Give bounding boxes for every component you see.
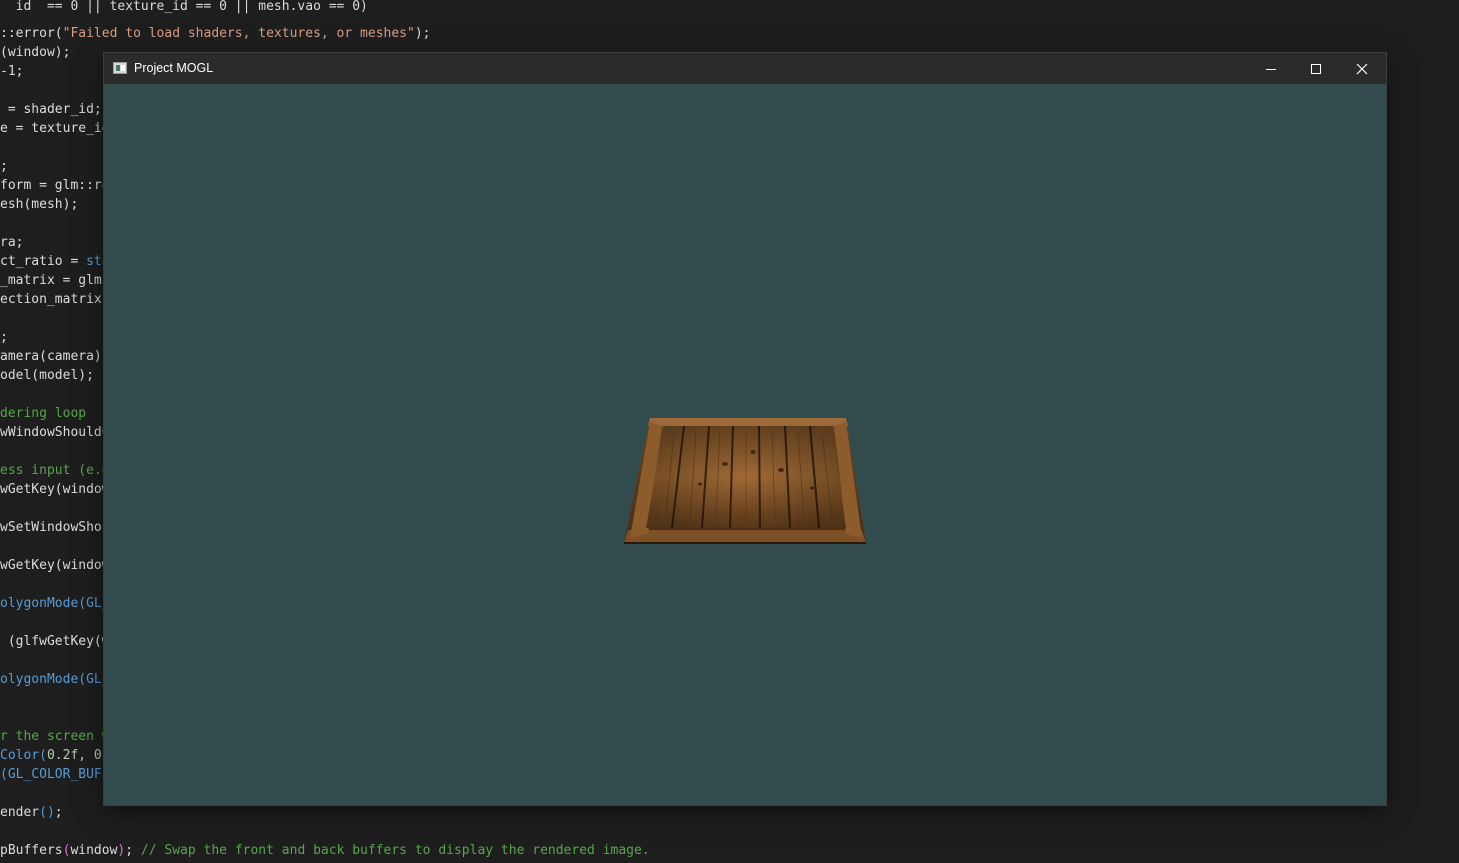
code-token: esh(mesh);	[0, 197, 79, 212]
code-token: ess input (e.g	[0, 463, 110, 478]
app-icon	[113, 62, 127, 74]
close-icon	[1356, 63, 1368, 74]
code-token: id == 0 || texture_id == 0 || mesh.vao =…	[0, 0, 368, 14]
code-token: (window);	[0, 45, 71, 60]
code-line: = shader_id;	[0, 100, 102, 119]
code-token: ender	[0, 805, 40, 820]
code-line: ;	[0, 157, 8, 176]
code-token: _matrix = glm:	[0, 273, 110, 288]
code-token: ;	[0, 159, 8, 174]
code-token: amera(camera);	[0, 349, 110, 364]
code-line: olygonMode(GL_	[0, 594, 110, 613]
code-token: wSetWindowShou	[0, 520, 110, 535]
code-token: ()	[39, 805, 55, 820]
maximize-icon	[1311, 63, 1321, 74]
window-title: Project MOGL	[134, 61, 214, 75]
close-button[interactable]	[1339, 53, 1385, 84]
code-line: form = glm::ro	[0, 176, 110, 195]
render-viewport[interactable]	[104, 84, 1386, 805]
code-line: ra;	[0, 233, 23, 252]
code-token: form = glm::ro	[0, 178, 110, 193]
code-line: ;	[0, 328, 8, 347]
title-bar[interactable]: Project MOGL	[104, 53, 1386, 84]
code-token: Color(	[0, 748, 47, 763]
code-token: wGetKey(window	[0, 482, 110, 497]
code-line: -1;	[0, 62, 23, 81]
code-token: = shader_id;	[0, 102, 102, 117]
code-line: amera(camera);	[0, 347, 110, 366]
code-line: ender();	[0, 803, 63, 822]
code-line: (glfwGetKey(w	[0, 632, 110, 651]
code-line: odel(model);	[0, 366, 94, 385]
code-token: );	[414, 26, 431, 41]
code-token: // Swap the front and back buffers to di…	[140, 843, 650, 858]
code-token: e = texture_id	[0, 121, 110, 136]
code-line: Color(0.2f, 0.	[0, 746, 110, 765]
code-token: ::error(	[0, 26, 63, 41]
code-token: ;	[54, 805, 63, 820]
code-token: 0.2f, 0.	[46, 748, 110, 763]
wooden-crate	[624, 418, 866, 544]
code-line: _matrix = glm:	[0, 271, 110, 290]
code-token: ection_matrix	[0, 292, 110, 307]
code-token: window	[70, 843, 118, 858]
code-line: ection_matrix	[0, 290, 110, 309]
code-token: olygonMode(	[0, 596, 87, 611]
code-line: olygonMode(GL_	[0, 670, 110, 689]
code-token: ;	[0, 330, 8, 345]
code-line: wGetKey(window	[0, 480, 110, 499]
code-token: "Failed to load shaders, textures, or me…	[62, 26, 415, 41]
maximize-button[interactable]	[1293, 53, 1339, 84]
code-line: esh(mesh);	[0, 195, 78, 214]
code-line: wGetKey(window	[0, 556, 110, 575]
code-line: (GL_COLOR_BUFF	[0, 765, 110, 784]
code-line: wSetWindowShou	[0, 518, 110, 537]
code-token: dering loop	[0, 406, 87, 421]
code-token: wWindowShouldC	[0, 425, 110, 440]
code-token: ;	[125, 843, 141, 858]
code-token: odel(model);	[0, 368, 94, 383]
code-token: wGetKey(window	[0, 558, 110, 573]
code-line: id == 0 || texture_id == 0 || mesh.vao =…	[0, 0, 368, 16]
code-token: (GL_COLOR_BUFF	[0, 767, 110, 782]
code-line: wWindowShouldC	[0, 423, 110, 442]
code-token: pBuffers	[0, 843, 63, 858]
app-window[interactable]: Project MOGL	[104, 53, 1386, 805]
code-token: ct_ratio =	[0, 254, 87, 269]
minimize-icon	[1266, 68, 1276, 70]
code-token: -1;	[0, 64, 24, 79]
code-line: r the screen w	[0, 727, 110, 746]
code-token: r the screen w	[0, 729, 110, 744]
code-line: ::error("Failed to load shaders, texture…	[0, 24, 430, 43]
code-line: (window);	[0, 43, 70, 62]
code-token: (glfwGetKey(w	[0, 634, 110, 649]
minimize-button[interactable]	[1248, 53, 1294, 84]
code-line: ct_ratio = sta	[0, 252, 110, 271]
code-token: olygonMode(	[0, 672, 87, 687]
code-line: dering loop	[0, 404, 86, 423]
code-line: e = texture_id	[0, 119, 110, 138]
code-token: ra;	[0, 235, 24, 250]
code-line: pBuffers(window); // Swap the front and …	[0, 841, 650, 860]
code-line: ess input (e.g	[0, 461, 110, 480]
